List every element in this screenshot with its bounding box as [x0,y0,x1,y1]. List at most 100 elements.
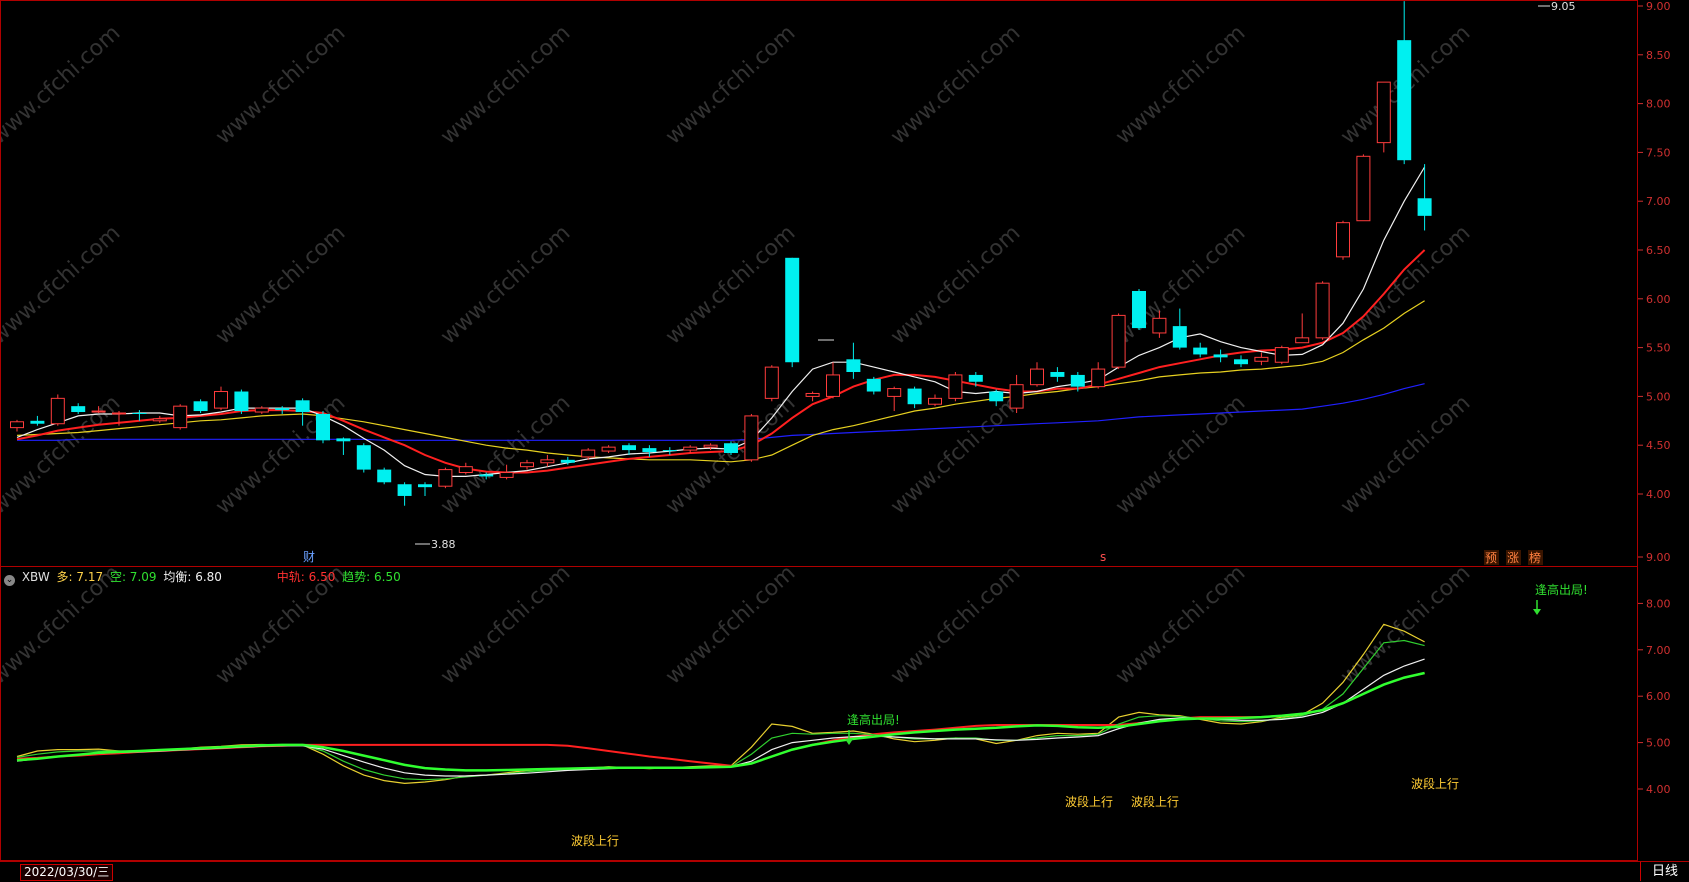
candle-body-up [1254,356,1269,362]
candle-body-down [560,459,575,463]
candle-body-down [132,412,147,414]
candle-body-up [744,415,759,461]
candle-body-down [1417,198,1432,216]
candle-body-down [785,257,800,363]
signal-label: 波段上行 [1411,776,1459,791]
candle-body-down [193,401,208,412]
candle-body-up [1009,384,1024,409]
candle-body-up [1091,368,1106,388]
min-price-label: 3.88 [431,538,456,551]
candle[interactable] [744,413,759,462]
candle-body-up [50,397,65,425]
price-tick-label: 7.50 [1646,146,1671,159]
price-tick-label: 8.00 [1646,98,1671,111]
candle-body-up [10,421,24,429]
indicator-tick-label: 6.00 [1646,690,1671,703]
chevron-down-icon[interactable]: ⌄ [4,575,15,586]
candle[interactable] [1356,154,1371,222]
max-price-label: 9.05 [1551,0,1576,13]
candle-body-up [703,444,718,448]
signal-label: 逢高出局! [847,712,900,727]
candle[interactable] [234,389,249,414]
candle-body-up [928,397,942,405]
price-tick-label: 6.50 [1646,244,1671,257]
indicator-tick-label: 8.00 [1646,597,1671,610]
signal-label: 波段上行 [571,833,619,848]
candle[interactable] [1376,81,1391,153]
candle-body-up [805,392,820,397]
candle-body-down [275,408,290,411]
candle-body-down [1132,290,1146,329]
candle[interactable] [356,443,371,473]
candle-body-up [826,374,840,397]
finance-event-marker: 财 [303,550,315,564]
candle-body-down [418,484,432,488]
indicator-qushi-value: 趋势: 6.50 [342,570,401,584]
candle-body-down [1213,354,1228,358]
candle-body-down [1193,347,1208,355]
price-tick-label: 5.00 [1646,390,1671,403]
indicator-junheng-value: 均衡: 6.80 [163,570,222,584]
indicator-kong-value: 空: 7.09 [109,570,157,584]
indicator-tick-label: 5.00 [1646,737,1671,750]
candle-body-up [1336,222,1350,258]
candle-body-up [601,446,616,452]
candle-body-down [1397,40,1412,161]
candle[interactable] [1315,281,1330,340]
signal-label: 逢高出局! [1535,582,1588,597]
candle-body-up [1274,347,1289,363]
candle-body-up [91,410,106,413]
candle-body-down [1172,326,1187,348]
indicator-name[interactable]: XBW [22,570,50,584]
candle-body-down [71,406,86,413]
signal-label: 波段上行 [1131,794,1179,809]
candle-body-up [520,462,534,468]
indicator-header: ⌄ XBW 多: 7.17 空: 7.09 均衡: 6.80 中轨: 6.50 … [4,569,404,586]
candle-body-down [866,378,881,392]
candle-body-down [336,438,351,442]
candle-body-down [989,391,1004,402]
candle[interactable] [1274,345,1289,365]
candle[interactable] [764,365,779,402]
price-tick-label: 6.00 [1646,293,1671,306]
candle[interactable] [1132,289,1146,331]
candle-body-down [968,374,983,382]
status-bar [0,862,1689,882]
candle[interactable] [50,394,65,426]
candle-body-down [316,413,330,441]
candle-body-down [622,445,636,451]
candle-body-up [1030,368,1044,386]
price-tick-label: 9.00 [1646,0,1671,13]
candle-body-up [948,374,963,399]
candle-body-up [112,412,126,415]
candle-body-down [234,391,249,412]
candle-body-up [581,449,596,458]
candle[interactable] [785,257,800,368]
candle[interactable] [173,404,188,430]
bang-badge: 榜 [1529,550,1541,565]
indicator-tick-label: 4.00 [1646,783,1671,796]
candle[interactable] [1336,220,1350,260]
signal-label: 波段上行 [1065,794,1113,809]
period-tab-daily[interactable]: 日线 [1640,862,1689,881]
candle[interactable] [193,399,208,413]
candle[interactable] [438,467,453,489]
candle[interactable] [377,467,392,485]
candle[interactable] [316,411,330,444]
candle-body-up [499,472,514,478]
candle[interactable] [948,372,963,402]
candle-body-up [173,405,188,429]
price-tick-label: 7.00 [1646,195,1671,208]
candle-body-up [254,407,269,413]
candle-body-down [377,469,392,483]
candle[interactable] [1111,313,1126,370]
candle-body-up [438,469,453,487]
indicator-tick-label: 9.00 [1646,551,1671,564]
candle-body-up [152,418,167,422]
candle-body-down [1050,372,1065,377]
event-s-marker: s [1100,550,1106,564]
price-tick-label: 8.50 [1646,49,1671,62]
candle-body-down [356,445,371,470]
stock-chart[interactable]: www.cfchi.com www.cfchi.com www.cfchi.com w… [0,0,1689,882]
candle[interactable] [724,441,738,455]
